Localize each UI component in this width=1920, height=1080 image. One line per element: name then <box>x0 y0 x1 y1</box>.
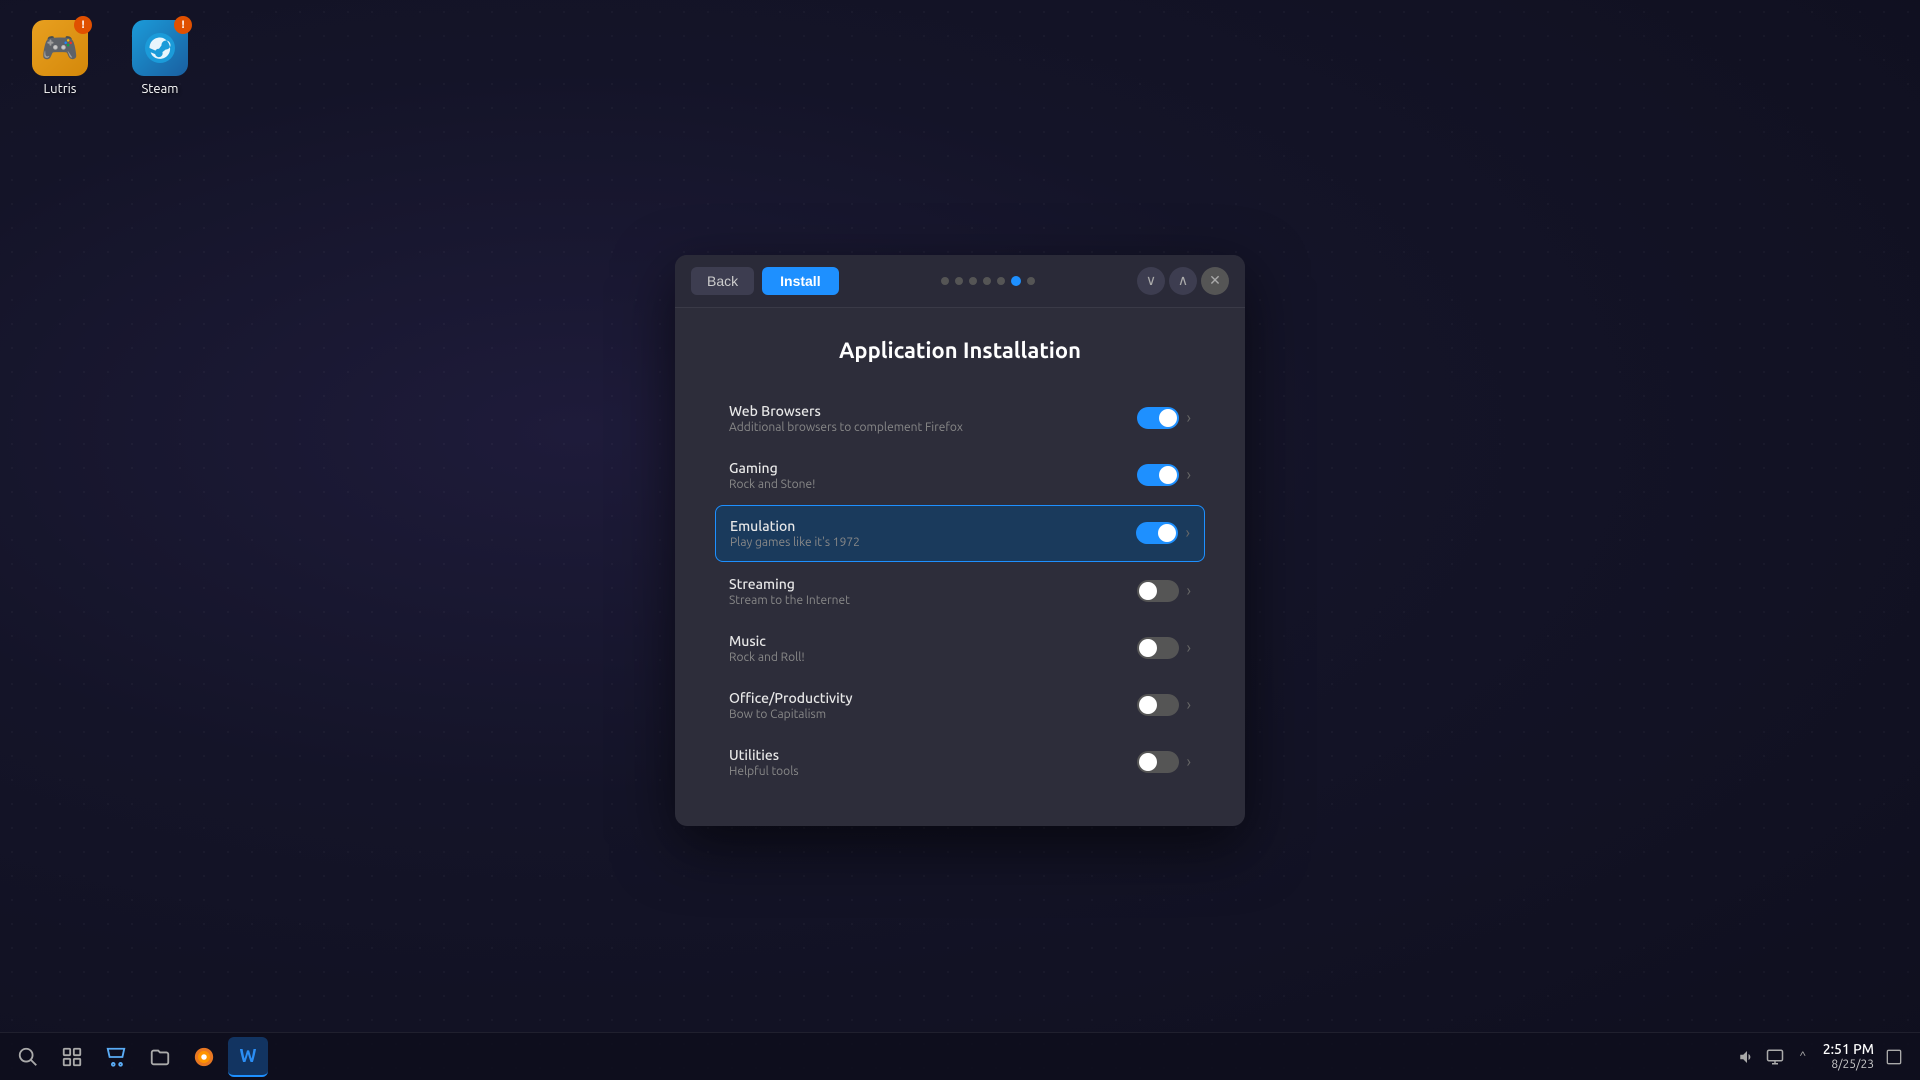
category-streaming-info: Streaming Stream to the Internet <box>729 576 1137 607</box>
dot-6-active <box>1011 276 1021 286</box>
progress-dots <box>941 276 1035 286</box>
modal-title: Application Installation <box>715 338 1205 363</box>
web-browsers-desc: Additional browsers to complement Firefo… <box>729 421 1137 434</box>
clock[interactable]: 2:51 PM 8/25/23 <box>1823 1041 1874 1072</box>
taskbar-store[interactable] <box>96 1037 136 1077</box>
gaming-toggle[interactable] <box>1137 464 1179 486</box>
web-browsers-knob <box>1159 409 1177 427</box>
music-chevron: › <box>1187 639 1192 657</box>
dot-1 <box>941 277 949 285</box>
web-browsers-toggle[interactable] <box>1137 407 1179 429</box>
category-office-info: Office/Productivity Bow to Capitalism <box>729 690 1137 721</box>
streaming-right: › <box>1137 580 1192 602</box>
music-name: Music <box>729 633 1137 649</box>
utilities-toggle[interactable] <box>1137 751 1179 773</box>
taskbar: W ^ 2:51 PM <box>0 1032 1920 1080</box>
music-right: › <box>1137 637 1192 659</box>
emulation-chevron: › <box>1186 524 1191 542</box>
gaming-right: › <box>1137 464 1192 486</box>
dot-7 <box>1027 277 1035 285</box>
office-knob <box>1139 696 1157 714</box>
streaming-desc: Stream to the Internet <box>729 594 1137 607</box>
tray-volume[interactable] <box>1737 1047 1757 1067</box>
dot-3 <box>969 277 977 285</box>
category-web-browsers-info: Web Browsers Additional browsers to comp… <box>729 403 1137 434</box>
emulation-knob <box>1158 524 1176 542</box>
taskbar-tray: ^ <box>1737 1047 1813 1067</box>
modal-content: Application Installation Web Browsers Ad… <box>675 308 1245 826</box>
utilities-desc: Helpful tools <box>729 765 1137 778</box>
category-utilities-info: Utilities Helpful tools <box>729 747 1137 778</box>
gaming-chevron: › <box>1187 466 1192 484</box>
category-emulation[interactable]: Emulation Play games like it's 1972 › <box>715 505 1205 562</box>
back-button[interactable]: Back <box>691 267 754 295</box>
utilities-knob <box>1139 753 1157 771</box>
streaming-name: Streaming <box>729 576 1137 592</box>
close-button[interactable]: ✕ <box>1201 267 1229 295</box>
category-gaming-info: Gaming Rock and Stone! <box>729 460 1137 491</box>
titlebar-left: Back Install <box>691 267 839 295</box>
modal-overlay: Back Install ∨ ∧ ✕ <box>0 0 1920 1080</box>
minimize-button[interactable]: ∨ <box>1137 267 1165 295</box>
music-toggle[interactable] <box>1137 637 1179 659</box>
web-browsers-chevron: › <box>1187 409 1192 427</box>
taskbar-firefox[interactable] <box>184 1037 224 1077</box>
taskbar-filemanager[interactable] <box>140 1037 180 1077</box>
dot-5 <box>997 277 1005 285</box>
web-browsers-right: › <box>1137 407 1192 429</box>
category-web-browsers[interactable]: Web Browsers Additional browsers to comp… <box>715 391 1205 446</box>
emulation-desc: Play games like it's 1972 <box>730 536 1136 549</box>
maximize-button[interactable]: ∧ <box>1169 267 1197 295</box>
office-toggle[interactable] <box>1137 694 1179 716</box>
gaming-name: Gaming <box>729 460 1137 476</box>
category-utilities[interactable]: Utilities Helpful tools › <box>715 735 1205 790</box>
clock-date: 8/25/23 <box>1823 1058 1874 1072</box>
tray-show-desktop[interactable] <box>1884 1047 1904 1067</box>
application-installation-modal: Back Install ∨ ∧ ✕ <box>675 255 1245 826</box>
gaming-knob <box>1159 466 1177 484</box>
utilities-chevron: › <box>1187 753 1192 771</box>
office-name: Office/Productivity <box>729 690 1137 706</box>
tray-network[interactable] <box>1765 1047 1785 1067</box>
category-streaming[interactable]: Streaming Stream to the Internet › <box>715 564 1205 619</box>
modal-titlebar: Back Install ∨ ∧ ✕ <box>675 255 1245 308</box>
tray-chevron[interactable]: ^ <box>1793 1047 1813 1067</box>
word-icon-letter: W <box>240 1046 257 1066</box>
office-desc: Bow to Capitalism <box>729 708 1137 721</box>
desktop: 🎮 ! Lutris ! Steam Back Install <box>0 0 1920 1080</box>
office-right: › <box>1137 694 1192 716</box>
category-music-info: Music Rock and Roll! <box>729 633 1137 664</box>
taskbar-taskmanager[interactable] <box>52 1037 92 1077</box>
gaming-desc: Rock and Stone! <box>729 478 1137 491</box>
category-gaming[interactable]: Gaming Rock and Stone! › <box>715 448 1205 503</box>
dot-2 <box>955 277 963 285</box>
taskbar-right: ^ 2:51 PM 8/25/23 <box>1737 1041 1912 1072</box>
emulation-name: Emulation <box>730 518 1136 534</box>
titlebar-right: ∨ ∧ ✕ <box>1137 267 1229 295</box>
category-office-productivity[interactable]: Office/Productivity Bow to Capitalism › <box>715 678 1205 733</box>
streaming-knob <box>1139 582 1157 600</box>
music-desc: Rock and Roll! <box>729 651 1137 664</box>
category-music[interactable]: Music Rock and Roll! › <box>715 621 1205 676</box>
emulation-right: › <box>1136 522 1191 544</box>
clock-time: 2:51 PM <box>1823 1041 1874 1058</box>
streaming-toggle[interactable] <box>1137 580 1179 602</box>
taskbar-search[interactable] <box>8 1037 48 1077</box>
music-knob <box>1139 639 1157 657</box>
category-list: Web Browsers Additional browsers to comp… <box>715 391 1205 790</box>
install-button[interactable]: Install <box>762 267 838 295</box>
utilities-right: › <box>1137 751 1192 773</box>
taskbar-word[interactable]: W <box>228 1037 268 1077</box>
emulation-toggle[interactable] <box>1136 522 1178 544</box>
streaming-chevron: › <box>1187 582 1192 600</box>
web-browsers-name: Web Browsers <box>729 403 1137 419</box>
category-emulation-info: Emulation Play games like it's 1972 <box>730 518 1136 549</box>
dot-4 <box>983 277 991 285</box>
office-chevron: › <box>1187 696 1192 714</box>
utilities-name: Utilities <box>729 747 1137 763</box>
